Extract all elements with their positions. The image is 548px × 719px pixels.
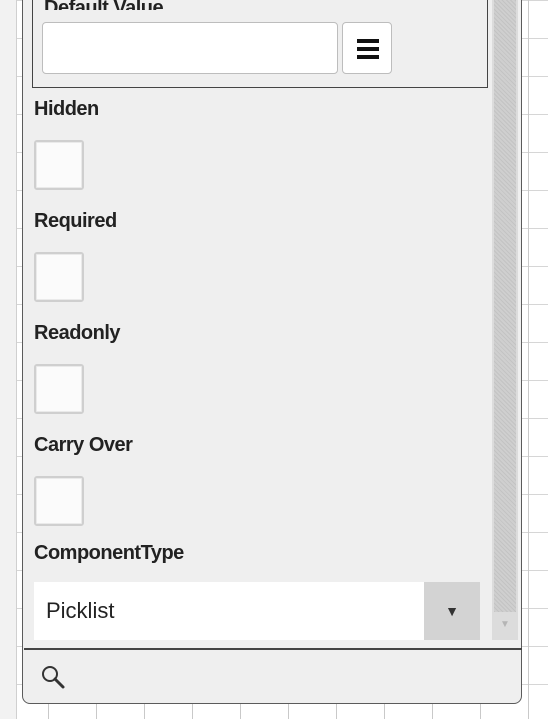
component-type-label: ComponentType	[34, 542, 184, 564]
component-type-value: Picklist	[46, 598, 115, 623]
readonly-label: Readonly	[34, 322, 121, 344]
left-edge-strip	[0, 0, 17, 719]
scrollbar-thumb[interactable]	[494, 0, 516, 612]
required-label: Required	[34, 210, 117, 232]
carry-over-checkbox[interactable]	[34, 476, 84, 526]
panel-footer	[24, 648, 522, 702]
default-value-label: Default Value	[44, 0, 163, 10]
default-value-menu-button[interactable]	[342, 22, 392, 74]
hidden-checkbox[interactable]	[34, 140, 84, 190]
scroll-down-arrow-icon[interactable]: ▼	[494, 614, 516, 636]
component-type-select[interactable]: Picklist ▼	[34, 582, 480, 640]
readonly-checkbox[interactable]	[34, 364, 84, 414]
hidden-label: Hidden	[34, 98, 99, 120]
magnifier-icon[interactable]	[40, 664, 66, 690]
carry-over-label: Carry Over	[34, 434, 133, 456]
required-checkbox[interactable]	[34, 252, 84, 302]
default-value-input[interactable]	[42, 22, 338, 74]
triangle-down-icon[interactable]: ▼	[424, 582, 480, 640]
